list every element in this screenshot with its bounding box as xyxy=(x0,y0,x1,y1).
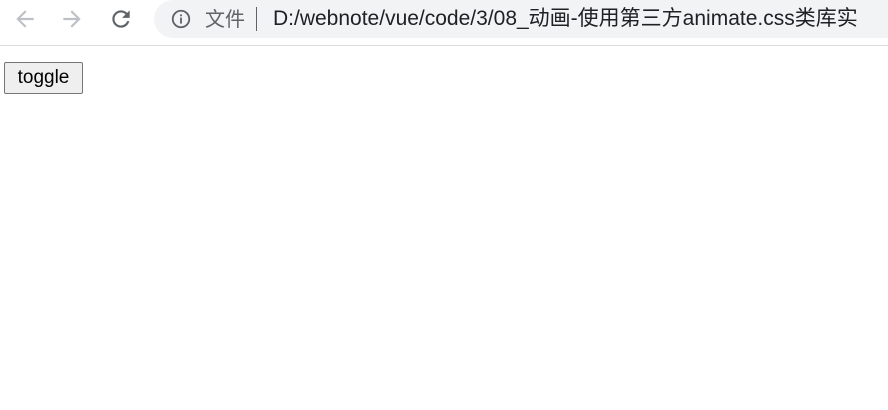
address-bar[interactable]: 文件 D:/webnote/vue/code/3/08_动画-使用第三方anim… xyxy=(154,0,888,38)
browser-toolbar: 文件 D:/webnote/vue/code/3/08_动画-使用第三方anim… xyxy=(0,0,888,46)
page-content: toggle xyxy=(0,47,888,410)
reload-icon xyxy=(112,10,130,28)
info-icon[interactable] xyxy=(170,8,192,30)
toggle-button[interactable]: toggle xyxy=(4,62,83,94)
back-button[interactable] xyxy=(10,4,40,34)
arrow-right-icon xyxy=(63,10,81,28)
url-text[interactable]: D:/webnote/vue/code/3/08_动画-使用第三方animate… xyxy=(273,6,858,32)
arrow-left-icon xyxy=(16,10,34,28)
forward-button[interactable] xyxy=(57,4,87,34)
scheme-label: 文件 xyxy=(205,7,245,31)
reload-button[interactable] xyxy=(106,4,136,34)
url-separator xyxy=(256,7,257,31)
